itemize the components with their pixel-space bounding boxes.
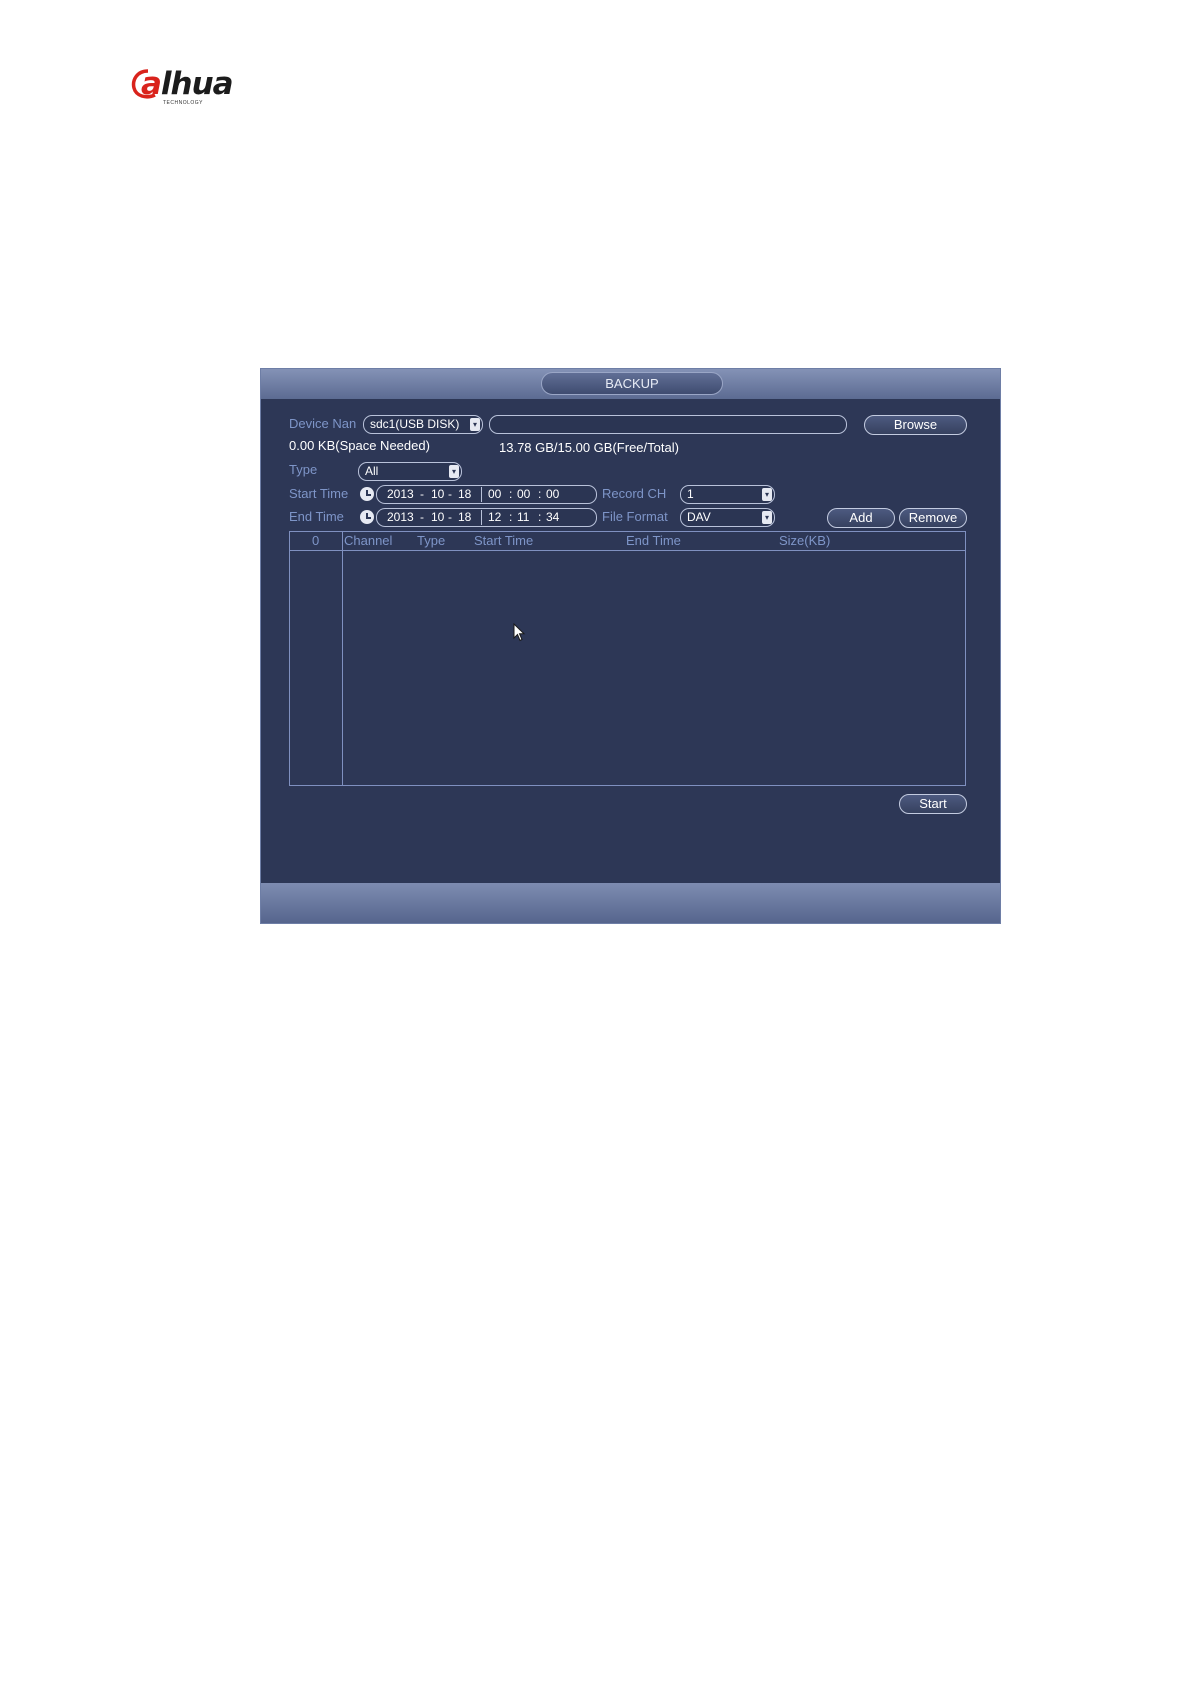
record-ch-label: Record CH	[602, 486, 667, 501]
end-time-field[interactable]: 2013 - 10 - 18 12 : 11 : 34	[376, 508, 597, 527]
end-hour[interactable]: 12	[488, 509, 501, 526]
end-day[interactable]: 18	[458, 509, 471, 526]
start-hour[interactable]: 00	[488, 486, 501, 503]
dropdown-arrow-icon: ▾	[470, 418, 480, 431]
table-header: 0 Channel Type Start Time End Time Size(…	[290, 532, 965, 551]
title-bar: BACKUP	[261, 369, 1000, 399]
bottom-bar	[261, 883, 1000, 923]
browse-button[interactable]: Browse	[864, 415, 967, 435]
header-end-time[interactable]: End Time	[626, 532, 681, 550]
logo-subtext: TECHNOLOGY	[163, 100, 204, 106]
file-format-label: File Format	[602, 509, 668, 524]
clock-icon[interactable]	[360, 510, 374, 524]
dahua-logo: alhua TECHNOLOGY	[131, 66, 253, 108]
type-select[interactable]: All ▾	[358, 462, 462, 481]
type-value: All	[365, 464, 379, 478]
start-minute[interactable]: 00	[517, 486, 530, 503]
header-type[interactable]: Type	[417, 532, 445, 550]
dropdown-arrow-icon: ▾	[762, 511, 772, 524]
header-size[interactable]: Size(KB)	[779, 532, 830, 550]
end-second[interactable]: 34	[546, 509, 559, 526]
type-label: Type	[289, 462, 318, 477]
dropdown-arrow-icon: ▾	[762, 488, 772, 501]
mouse-pointer-icon	[513, 623, 526, 642]
start-day[interactable]: 18	[458, 486, 471, 503]
record-ch-value: 1	[687, 487, 694, 501]
table-divider	[342, 532, 343, 785]
header-start-time[interactable]: Start Time	[474, 532, 533, 550]
device-name-label: Device Nan	[289, 416, 357, 431]
start-time-label: Start Time	[289, 486, 349, 501]
file-format-select[interactable]: DAV ▾	[680, 508, 775, 527]
device-name-value: sdc1(USB DISK)	[370, 417, 460, 431]
record-ch-select[interactable]: 1 ▾	[680, 485, 775, 504]
end-year[interactable]: 2013	[387, 509, 414, 526]
start-second[interactable]: 00	[546, 486, 559, 503]
start-month[interactable]: 10	[431, 486, 444, 503]
table-count[interactable]: 0	[312, 532, 319, 550]
space-needed-text: 0.00 KB(Space Needed)	[289, 438, 430, 453]
start-time-field[interactable]: 2013 - 10 - 18 00 : 00 : 00	[376, 485, 597, 504]
start-button[interactable]: Start	[899, 794, 967, 814]
dropdown-arrow-icon: ▾	[449, 465, 459, 478]
window-title: BACKUP	[541, 372, 723, 395]
backup-file-table[interactable]: 0 Channel Type Start Time End Time Size(…	[289, 531, 966, 786]
file-format-value: DAV	[687, 510, 711, 524]
end-time-label: End Time	[289, 509, 344, 524]
backup-path-field[interactable]	[489, 415, 847, 434]
header-channel[interactable]: Channel	[344, 532, 392, 550]
add-button[interactable]: Add	[827, 508, 895, 528]
clock-icon[interactable]	[360, 487, 374, 501]
end-month[interactable]: 10	[431, 509, 444, 526]
end-minute[interactable]: 11	[517, 509, 529, 526]
device-name-select[interactable]: sdc1(USB DISK) ▾	[363, 415, 483, 434]
backup-window: BACKUP Device Nan sdc1(USB DISK) ▾ Brows…	[260, 368, 1001, 924]
start-year[interactable]: 2013	[387, 486, 414, 503]
logo-wordmark: alhua	[141, 66, 234, 102]
free-total-text: 13.78 GB/15.00 GB(Free/Total)	[499, 440, 679, 455]
remove-button[interactable]: Remove	[899, 508, 967, 528]
